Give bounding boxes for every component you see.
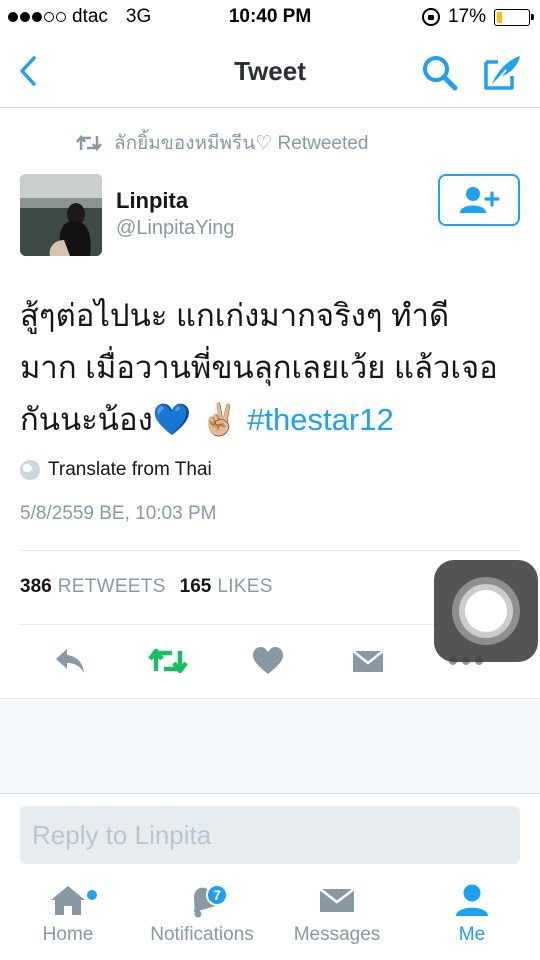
retweet-label[interactable]: RETWEETS [58, 576, 166, 598]
tab-messages-icon-wrap [319, 874, 355, 926]
reply-bar [0, 794, 540, 874]
tab-home-icon-wrap [49, 874, 97, 926]
envelope-icon [319, 888, 355, 912]
notifications-badge: 7 [206, 884, 228, 906]
new-content-dot [87, 890, 97, 900]
divider [20, 550, 520, 551]
tab-me-icon-wrap [454, 874, 490, 926]
back-button[interactable] [14, 54, 44, 88]
chevron-left-icon [20, 56, 36, 86]
direct-message-button[interactable] [348, 643, 388, 679]
tab-notifications[interactable]: 7 Notifications [142, 874, 262, 960]
tab-bar: Home 7 Notifications Messages Me [0, 874, 540, 960]
avatar[interactable] [20, 174, 102, 256]
author-name[interactable]: Linpita [116, 188, 188, 214]
tab-me-label: Me [458, 924, 486, 945]
like-button[interactable] [248, 643, 288, 679]
globe-icon [20, 460, 40, 480]
tab-messages-label: Messages [293, 924, 381, 945]
like-count[interactable]: 165 [180, 576, 212, 598]
battery-icon [494, 8, 534, 26]
tweet-text-line-3: กันนะน้อง💙 ✌🏼 #thestar12 [20, 394, 520, 446]
reply-icon [56, 649, 84, 673]
like-label[interactable]: LIKES [217, 576, 272, 598]
tab-notifications-label: Notifications [150, 924, 254, 945]
nav-bar: Tweet [0, 36, 540, 108]
translate-label: Translate from Thai [48, 459, 212, 480]
envelope-icon [352, 650, 384, 672]
tweet-text: สู้ๆต่อไปนะ แกเก่งมากจริงๆ ทำดี มาก เมื่… [20, 290, 520, 446]
compose-icon [484, 56, 520, 90]
hashtag-link[interactable]: #thestar12 [247, 402, 394, 437]
author-handle[interactable]: @LinpitaYing [116, 217, 235, 240]
assistive-touch-button[interactable] [434, 560, 538, 662]
translate-link[interactable]: Translate from Thai [20, 459, 212, 481]
tab-notifications-icon-wrap: 7 [172, 874, 232, 926]
person-icon [456, 884, 488, 916]
battery-level [497, 11, 503, 23]
compose-button[interactable] [482, 52, 524, 92]
tab-me[interactable]: Me [446, 874, 498, 960]
tweet-text-line-2: มาก เมื่อวานพี่ขนลุกเลยเว้ย แล้วเจอ [20, 350, 498, 385]
search-button[interactable] [420, 53, 460, 93]
reply-button[interactable] [50, 643, 90, 679]
tab-home[interactable]: Home [36, 874, 100, 960]
follow-button[interactable] [438, 174, 520, 226]
retweet-icon [76, 134, 102, 152]
heart-icon [253, 647, 283, 674]
tweet-text-line-3-body: กันนะน้อง💙 ✌🏼 [20, 402, 239, 437]
search-icon [423, 56, 458, 91]
home-icon [51, 886, 85, 915]
status-bar: dtac 3G 10:40 PM 17% [0, 0, 540, 36]
retweet-context[interactable]: ลักยิ้มของหมีพรีน♡ Retweeted [76, 128, 368, 158]
retweet-button[interactable] [148, 643, 188, 679]
orientation-lock-icon [421, 8, 440, 26]
status-right: 17% [421, 6, 534, 28]
tweet-stats: 386 RETWEETS 165 LIKES [20, 576, 287, 598]
tweet-text-line-1: สู้ๆต่อไปนะ แกเก่งมากจริงๆ ทำดี [20, 298, 450, 333]
replies-area [0, 698, 540, 794]
retweet-icon [148, 648, 188, 674]
battery-percent: 17% [447, 6, 486, 27]
tab-home-label: Home [42, 924, 94, 945]
add-user-icon [460, 187, 500, 213]
retweet-count[interactable]: 386 [20, 576, 52, 598]
avatar-image [20, 174, 102, 256]
tab-messages[interactable]: Messages [288, 874, 386, 960]
retweeted-by-label: ลักยิ้มของหมีพรีน♡ Retweeted [114, 133, 369, 154]
tweet-timestamp: 5/8/2559 BE, 10:03 PM [20, 503, 217, 524]
assistive-touch-icon [452, 577, 520, 645]
reply-input[interactable] [20, 806, 520, 864]
